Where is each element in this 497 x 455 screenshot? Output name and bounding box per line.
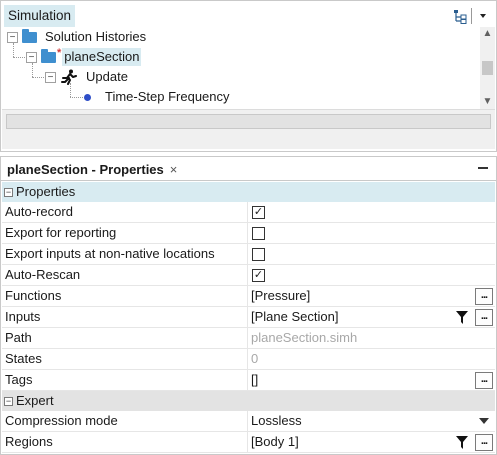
section-header-expert[interactable]: − Expert	[2, 391, 495, 411]
tree-item-label: Time-Step Frequency	[105, 89, 230, 104]
property-row-regions: Regions [Body 1] ...	[2, 432, 495, 453]
dot-icon	[84, 93, 91, 101]
tree-vertical-scrollbar[interactable]: ▲ ▼	[480, 27, 495, 109]
export-for-reporting-checkbox[interactable]	[252, 227, 265, 240]
section-header-properties[interactable]: − Properties	[2, 182, 495, 202]
property-name: Functions	[2, 286, 248, 306]
minimize-icon[interactable]	[478, 161, 488, 175]
properties-tab-strip: planeSection - Properties ×	[1, 157, 496, 181]
property-name: Auto-record	[2, 202, 248, 222]
properties-panel: planeSection - Properties × − Properties…	[0, 156, 497, 455]
collapse-icon[interactable]: −	[26, 51, 37, 63]
tree-footer-area	[2, 109, 495, 149]
tree-header: Simulation	[2, 2, 495, 27]
tree-body: − Solution Histories − * planeSection − …	[2, 27, 480, 109]
property-row-path: Path planeSection.simh	[2, 328, 495, 349]
dropdown-menu-icon[interactable]	[474, 7, 492, 25]
tree-item-planesection[interactable]: − * planeSection	[26, 47, 142, 67]
tree-toolbar	[451, 7, 492, 25]
properties-tab[interactable]: planeSection - Properties ×	[2, 158, 184, 180]
scroll-up-icon[interactable]: ▲	[480, 27, 495, 41]
tree-horizontal-scrollbar[interactable]	[6, 114, 491, 129]
property-value-text: [Pressure]	[251, 288, 311, 303]
property-name: Regions	[2, 432, 248, 452]
tree-item-solution-histories[interactable]: − Solution Histories	[7, 27, 148, 47]
tags-ellipsis-button[interactable]: ...	[475, 372, 493, 389]
functions-value[interactable]: [Pressure] ...	[248, 286, 495, 306]
property-value-text: Lossless	[251, 413, 302, 428]
tree-guide	[13, 57, 25, 58]
tree-item-time-step-frequency[interactable]: Time-Step Frequency	[84, 87, 232, 107]
properties-tab-title: planeSection - Properties	[7, 161, 164, 177]
property-row-states: States 0	[2, 349, 495, 370]
property-value	[248, 223, 495, 243]
tree-hierarchy-icon[interactable]	[451, 7, 469, 25]
property-value-text: [Plane Section]	[251, 309, 339, 324]
property-name: Path	[2, 328, 248, 348]
property-name: Auto-Rescan	[2, 265, 248, 285]
tags-value[interactable]: [] ...	[248, 370, 495, 390]
collapse-icon[interactable]: −	[7, 31, 18, 43]
auto-rescan-checkbox[interactable]: ✓	[252, 269, 265, 282]
property-value: ✓	[248, 202, 495, 222]
functions-ellipsis-button[interactable]: ...	[475, 288, 493, 305]
regions-ellipsis-button[interactable]: ...	[475, 434, 493, 451]
toolbar-separator	[471, 8, 472, 24]
property-row-auto-record: Auto-record ✓	[2, 202, 495, 223]
compression-mode-dropdown[interactable]: Lossless	[248, 411, 495, 431]
property-name: Compression mode	[2, 411, 248, 431]
simulation-tree-panel: Simulation − Solution Histories − * plan…	[0, 0, 497, 152]
property-row-inputs: Inputs [Plane Section] ...	[2, 307, 495, 328]
tree-item-label: planeSection	[62, 48, 142, 66]
tree-guide	[32, 77, 44, 78]
inputs-ellipsis-button[interactable]: ...	[475, 309, 493, 326]
property-row-functions: Functions [Pressure] ...	[2, 286, 495, 307]
property-name: Export inputs at non-native locations	[2, 244, 248, 264]
property-row-auto-rescan: Auto-Rescan ✓	[2, 265, 495, 286]
property-value: ✓	[248, 265, 495, 285]
close-icon[interactable]: ×	[170, 162, 178, 177]
collapse-icon[interactable]: −	[45, 71, 56, 83]
property-name: States	[2, 349, 248, 369]
property-name: Inputs	[2, 307, 248, 327]
tree-guide	[70, 97, 83, 98]
export-inputs-checkbox[interactable]	[252, 248, 265, 261]
path-value: planeSection.simh	[251, 330, 358, 345]
scroll-thumb[interactable]	[482, 61, 493, 75]
property-grid: − Properties Auto-record ✓ Export for re…	[2, 182, 495, 453]
property-row-tags: Tags [] ...	[2, 370, 495, 391]
folder-icon	[22, 28, 37, 43]
collapse-icon[interactable]: −	[4, 187, 13, 197]
filter-icon[interactable]	[455, 310, 469, 324]
chevron-down-icon[interactable]	[479, 418, 489, 424]
property-value-text: [Body 1]	[251, 434, 299, 449]
folder-icon	[41, 48, 56, 63]
modified-marker: *	[57, 47, 62, 59]
property-name: Tags	[2, 370, 248, 390]
property-row-export-for-reporting: Export for reporting	[2, 223, 495, 244]
property-row-compression-mode: Compression mode Lossless	[2, 411, 495, 432]
runner-icon	[61, 69, 77, 85]
regions-value[interactable]: [Body 1] ...	[248, 432, 495, 452]
section-title: Properties	[16, 184, 76, 199]
tree-panel-title: Simulation	[4, 5, 76, 27]
collapse-icon[interactable]: −	[4, 396, 13, 406]
property-name: Export for reporting	[2, 223, 248, 243]
filter-icon[interactable]	[455, 435, 469, 449]
section-title: Expert	[16, 393, 54, 408]
tree-item-label: Solution Histories	[45, 29, 147, 44]
property-row-export-inputs: Export inputs at non-native locations	[2, 244, 495, 265]
inputs-value[interactable]: [Plane Section] ...	[248, 307, 495, 327]
states-value: 0	[251, 351, 259, 366]
auto-record-checkbox[interactable]: ✓	[252, 206, 265, 219]
tree-item-update[interactable]: − Update	[45, 67, 130, 87]
property-value-text: []	[251, 372, 259, 387]
tree-item-label: Update	[86, 69, 128, 84]
property-value	[248, 244, 495, 264]
scroll-down-icon[interactable]: ▼	[480, 95, 495, 109]
